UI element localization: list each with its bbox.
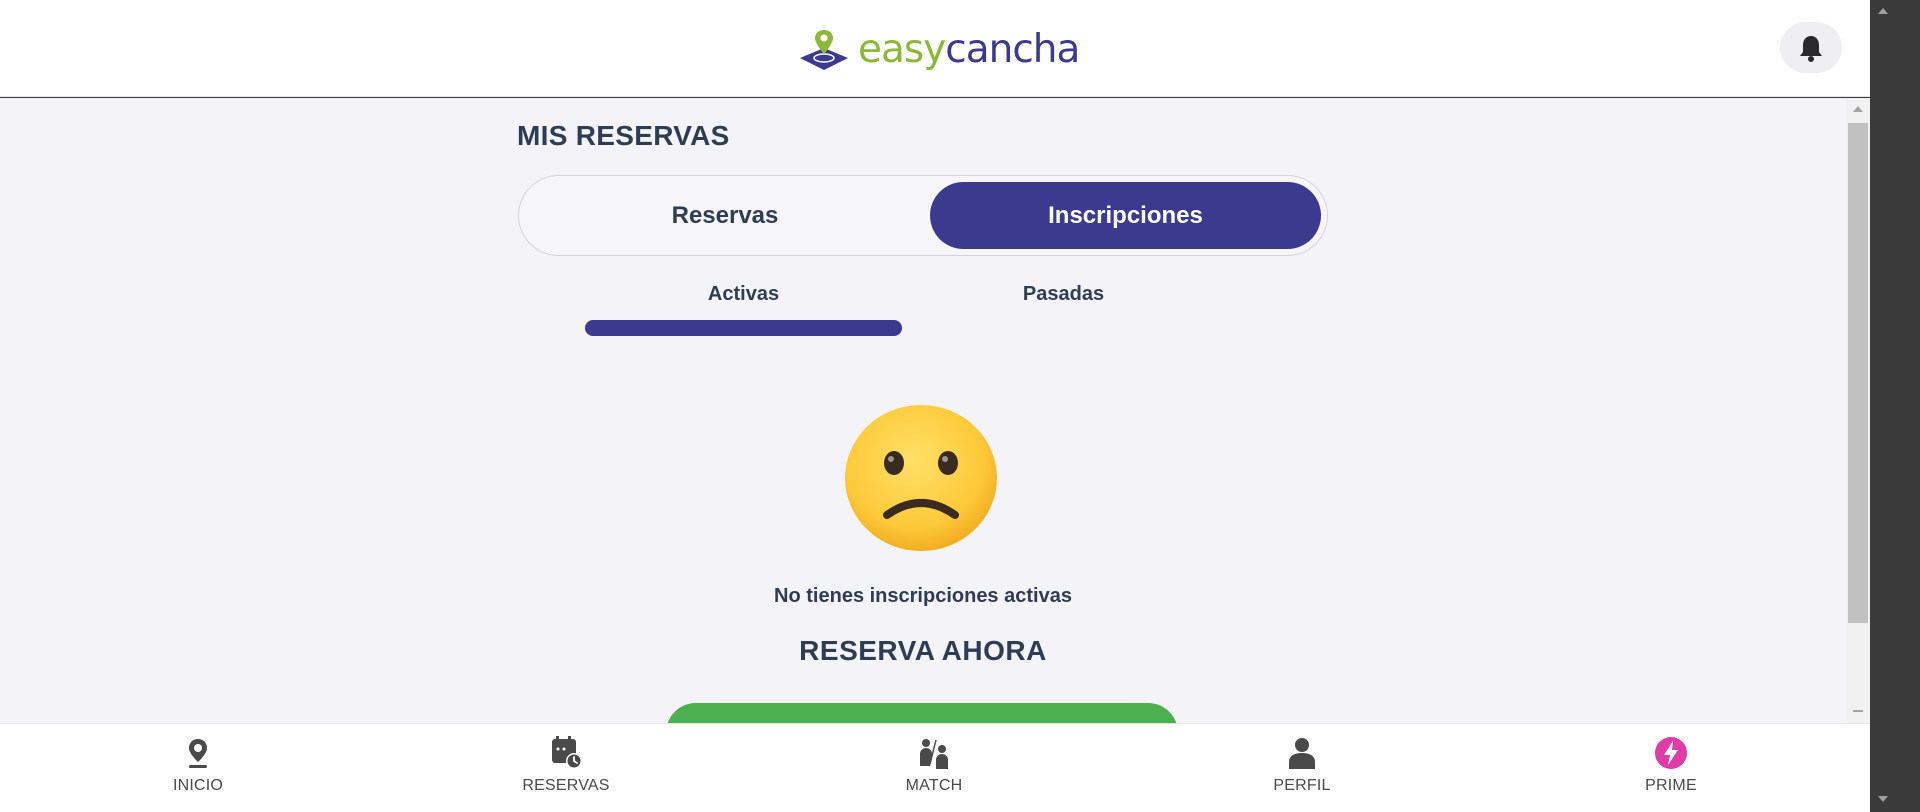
empty-state-message: No tienes inscripciones activas <box>774 585 1072 607</box>
scroll-up-arrow[interactable] <box>1853 106 1863 112</box>
content-scrollbar[interactable] <box>1846 98 1870 723</box>
window-scrollbar[interactable] <box>1870 0 1920 812</box>
logo-wordmark: easycancha <box>858 26 1080 72</box>
status-tabs: Activas Pasadas <box>585 283 1225 338</box>
players-icon <box>920 737 948 769</box>
slightly-frowning-face-icon <box>845 405 997 551</box>
scrollbar-thumb[interactable] <box>1848 123 1868 623</box>
location-pin-on-field-icon <box>800 30 848 70</box>
window-scroll-down-arrow[interactable] <box>1878 796 1888 802</box>
cta-title: RESERVA AHORA <box>799 635 1047 666</box>
active-tab-indicator <box>585 320 902 336</box>
bell-icon <box>1800 35 1822 62</box>
nav-label-prime: PRIME <box>1645 777 1697 794</box>
easycancha-logo[interactable]: easycancha <box>798 24 1080 74</box>
nav-label-match: MATCH <box>905 777 963 794</box>
user-icon <box>1289 738 1315 769</box>
nav-label-inicio: INICIO <box>172 777 224 794</box>
tab-pasadas[interactable]: Pasadas <box>904 283 1223 306</box>
segment-inscripciones[interactable]: Inscripciones <box>930 182 1321 249</box>
window-scroll-up-arrow[interactable] <box>1878 8 1888 14</box>
location-pin-icon <box>189 739 207 768</box>
nav-item-inicio[interactable]: INICIO <box>98 724 298 812</box>
logo-text-easy: easy <box>858 26 946 72</box>
nav-item-reservas[interactable]: RESERVAS <box>466 724 666 812</box>
nav-label-perfil: PERFIL <box>1273 777 1331 794</box>
logo-text-cancha: cancha <box>945 26 1080 72</box>
scroll-down-arrow[interactable] <box>1853 710 1863 712</box>
reserve-now-button[interactable] <box>666 703 1178 723</box>
nav-item-perfil[interactable]: PERFIL <box>1202 724 1402 812</box>
tab-activas[interactable]: Activas <box>585 283 902 306</box>
nav-label-reservas: RESERVAS <box>522 777 610 794</box>
lightning-icon <box>1655 737 1687 769</box>
page-title: MIS RESERVAS <box>517 120 730 151</box>
notifications-button[interactable] <box>1780 22 1842 73</box>
bottom-navigation: INICIO RESERVAS MATCH PERFIL PRIME <box>0 723 1870 812</box>
calendar-clock-icon <box>552 736 582 769</box>
reservation-type-toggle: Reservas Inscripciones <box>518 175 1328 256</box>
nav-item-match[interactable]: MATCH <box>834 724 1034 812</box>
main-content: MIS RESERVAS Reservas Inscripciones Acti… <box>0 98 1846 723</box>
top-header: easycancha <box>0 0 1870 97</box>
nav-item-prime[interactable]: PRIME <box>1571 724 1771 812</box>
segment-reservas[interactable]: Reservas <box>525 182 925 249</box>
